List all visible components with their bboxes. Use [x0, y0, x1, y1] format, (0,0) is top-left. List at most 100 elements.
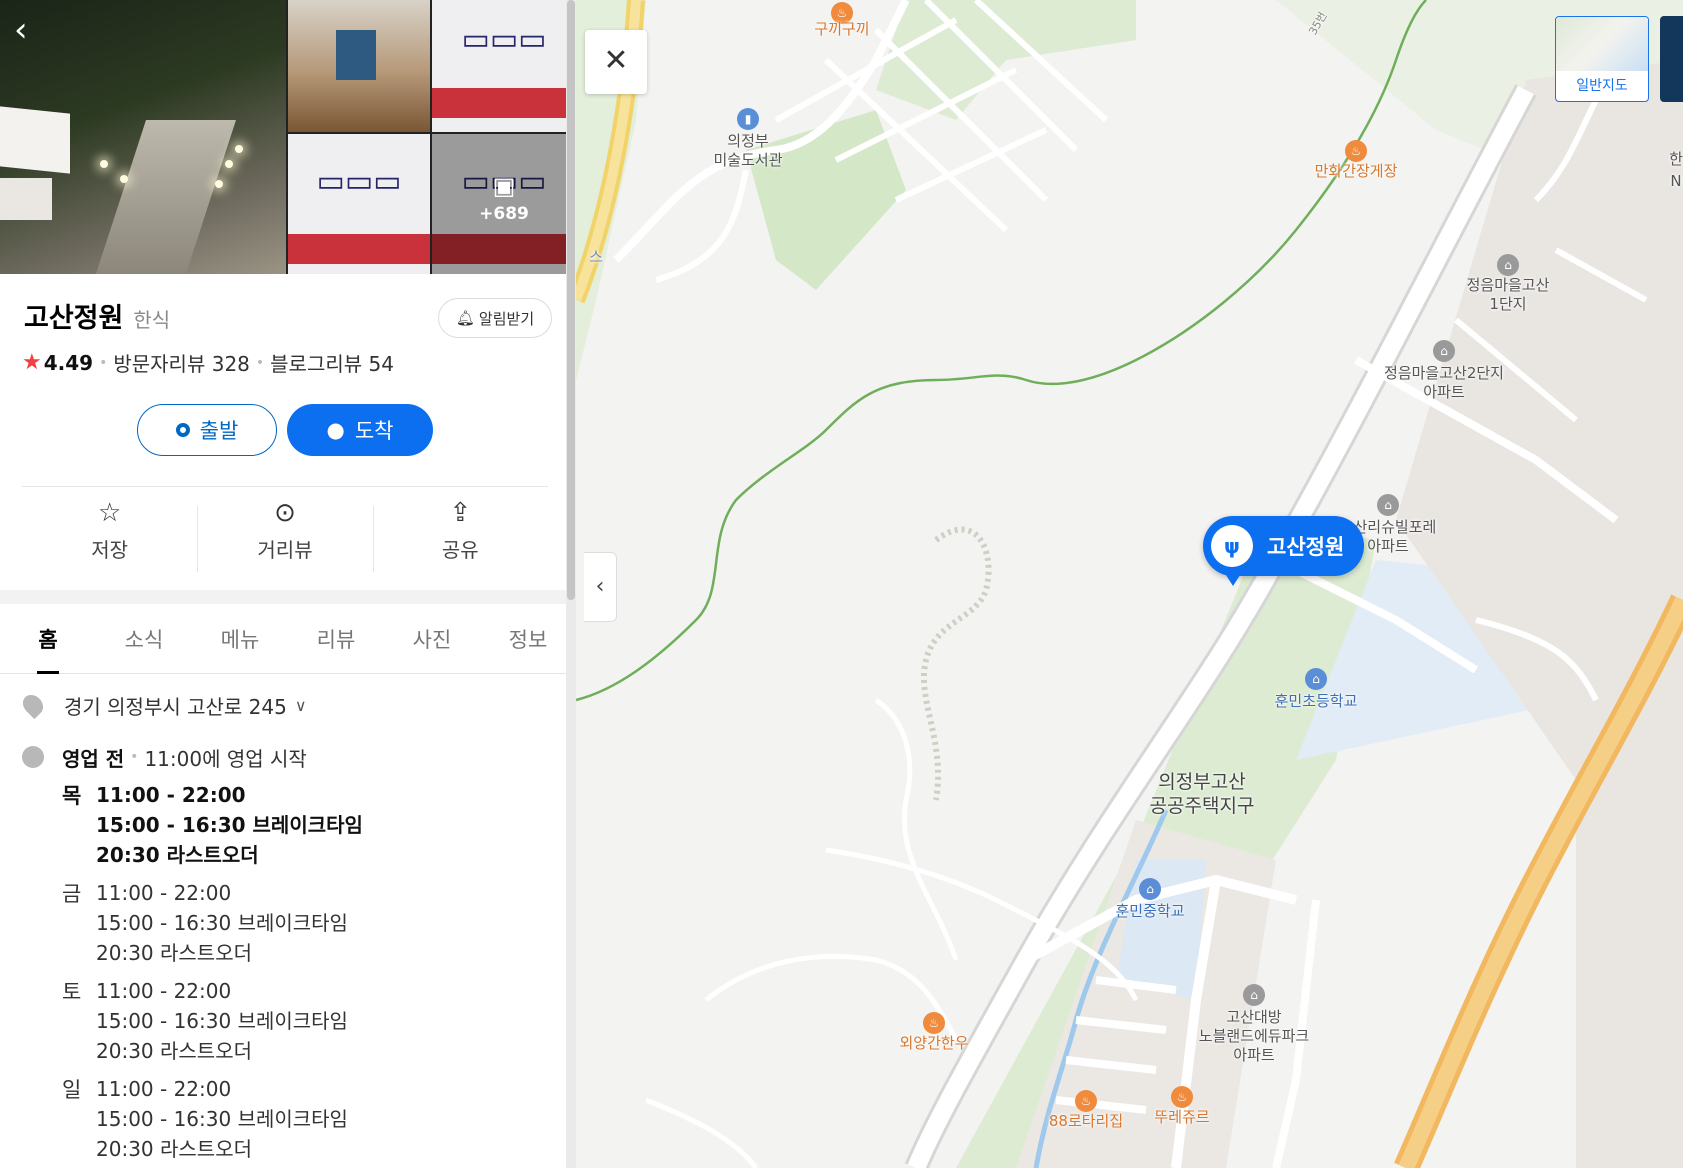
- share-button[interactable]: ⇪ 공유: [372, 498, 548, 578]
- scrollbar-thumb[interactable]: [567, 0, 575, 600]
- rating-row: ★ 4.49 • 방문자리뷰 328 • 블로그리뷰 54: [22, 348, 394, 377]
- map-pin-outline-icon: ⊙: [274, 498, 296, 528]
- map-type-normal[interactable]: 일반지도: [1555, 16, 1649, 102]
- separator-dot: •: [255, 354, 265, 371]
- tab-menu[interactable]: 메뉴: [192, 604, 288, 673]
- day-label: 금: [62, 882, 82, 906]
- place-marker[interactable]: ψ 고산정원: [1203, 516, 1365, 576]
- photo-banner: [0, 178, 52, 220]
- visitor-reviews-link[interactable]: 방문자리뷰 328: [113, 348, 250, 377]
- save-label: 저장: [91, 538, 129, 562]
- apartment-icon[interactable]: ⌂: [1377, 494, 1399, 516]
- address-text: 경기 의정부시 고산로 245: [64, 694, 287, 719]
- map-label-oeyang[interactable]: 외양간한우: [899, 1034, 968, 1053]
- map-label-hunmin-mid[interactable]: 훈민중학교: [1115, 902, 1184, 921]
- photo-window: [336, 30, 376, 80]
- break-time: 15:00 - 16:30 브레이크타임: [96, 1107, 348, 1131]
- tab-info[interactable]: 정보: [480, 604, 576, 673]
- map-label-right-edge2: N: [1670, 172, 1682, 190]
- place-category: 한식: [133, 308, 171, 332]
- apartment-icon[interactable]: ⌂: [1243, 984, 1265, 1006]
- more-photos-button[interactable]: ▣ +689: [432, 134, 576, 274]
- app-root: ♨ ▮ ♨ ⌂ ⌂ ⌂ ⌂ ⌂ ⌂ ♨ ♨ ♨ 구끼구끼 의정부 미술도서관 만…: [0, 0, 1683, 1168]
- hours-list: 목 11:00 - 22:00 15:00 - 16:30 브레이크타임 20:…: [62, 780, 552, 1164]
- map-label-jeongeum1[interactable]: 정음마을고산 1단지: [1467, 276, 1550, 314]
- photo-lamp: [225, 160, 233, 168]
- map-type-label: 일반지도: [1576, 78, 1628, 94]
- last-order: 20:30 라스트오더: [96, 1039, 252, 1063]
- photo-lamp: [215, 180, 223, 188]
- gallery-icon: ▣: [492, 172, 516, 200]
- photo-thumbnail[interactable]: [288, 0, 430, 132]
- marker-label: 고산정원: [1267, 535, 1345, 559]
- last-order: 20:30 라스트오더: [96, 941, 252, 965]
- start-label: 출발: [199, 419, 239, 443]
- map-label-jeongeum2[interactable]: 정음마을고산2단지 아파트: [1384, 364, 1504, 402]
- open-hours: 11:00 - 22:00: [96, 783, 246, 807]
- day-times: 11:00 - 22:00 15:00 - 16:30 브레이크타임 20:30…: [96, 1074, 348, 1164]
- place-detail-panel: ▭▭▭ ▭▭▭ ▭▭▭ ▣ +689 ‹ 고산정원 한식 🔔︎ 알림받기 ★ 4…: [0, 0, 576, 1168]
- library-icon[interactable]: ▮: [737, 108, 759, 130]
- break-time: 15:00 - 16:30 브레이크타임: [96, 1009, 348, 1033]
- photo-thumbnail[interactable]: ▭▭▭: [288, 134, 430, 274]
- hours-day: 목 11:00 - 22:00 15:00 - 16:30 브레이크타임 20:…: [62, 780, 552, 870]
- divider: [22, 486, 548, 487]
- hours-row[interactable]: 영업 전 • 11:00에 영업 시작: [22, 740, 552, 774]
- break-time: 15:00 - 16:30 브레이크타임: [96, 911, 348, 935]
- map-label-rotary[interactable]: 88로타리집: [1049, 1112, 1123, 1131]
- map-label-gukki[interactable]: 구끼구끼: [814, 20, 869, 39]
- close-icon: ✕: [603, 43, 629, 78]
- hours-day: 일 11:00 - 22:00 15:00 - 16:30 브레이크타임 20:…: [62, 1074, 552, 1164]
- map-roads: [576, 0, 1683, 1168]
- tab-home[interactable]: 홈: [0, 604, 96, 674]
- map-label-library[interactable]: 의정부 미술도서관: [713, 132, 782, 170]
- photo-thumbnail[interactable]: ▭▭▭: [432, 0, 576, 132]
- map-label-hunmin-elem[interactable]: 훈민초등학교: [1275, 692, 1358, 711]
- map-label-daebang[interactable]: 고산대방 노블랜드에듀파크 아파트: [1199, 1008, 1309, 1065]
- action-bar: ☆ 저장 ⊙ 거리뷰 ⇪ 공유: [22, 498, 548, 578]
- day-label: 토: [62, 980, 82, 1004]
- close-button[interactable]: ✕: [585, 30, 647, 94]
- home-info: 경기 의정부시 고산로 245 ∨ 영업 전 • 11:00에 영업 시작 목 …: [18, 688, 552, 1168]
- save-button[interactable]: ☆ 저장: [22, 498, 197, 578]
- restaurant-icon[interactable]: ♨: [1171, 1086, 1193, 1108]
- chevron-down-icon[interactable]: ∨: [295, 696, 307, 715]
- restaurant-icon[interactable]: ♨: [1075, 1090, 1097, 1112]
- map-type-satellite[interactable]: [1660, 16, 1683, 102]
- collapse-panel-button[interactable]: ‹: [584, 552, 617, 622]
- tab-photos[interactable]: 사진: [384, 604, 480, 673]
- school-icon[interactable]: ⌂: [1305, 668, 1327, 690]
- day-label: 일: [62, 1078, 82, 1102]
- street-view-button[interactable]: ⊙ 거리뷰: [197, 498, 372, 578]
- last-order: 20:30 라스트오더: [96, 843, 259, 867]
- open-detail: 11:00에 영업 시작: [144, 746, 307, 771]
- photo-lamp: [120, 175, 128, 183]
- map-label-right-edge: 한: [1669, 150, 1683, 168]
- start-button[interactable]: 출발: [137, 404, 277, 456]
- restaurant-icon[interactable]: ♨: [1345, 140, 1367, 162]
- school-icon[interactable]: ⌂: [1139, 878, 1161, 900]
- location-pin-icon: ●: [326, 418, 345, 442]
- open-status: 영업 전: [62, 746, 125, 771]
- map-type-thumbnail: [1556, 17, 1648, 71]
- apartment-icon[interactable]: ⌂: [1433, 340, 1455, 362]
- back-button[interactable]: ‹: [14, 12, 54, 52]
- tab-reviews[interactable]: 리뷰: [288, 604, 384, 673]
- bell-icon: 🔔︎: [455, 309, 475, 327]
- day-label: 목: [62, 784, 82, 808]
- blog-reviews-link[interactable]: 블로그리뷰 54: [270, 348, 394, 377]
- apartment-icon[interactable]: ⌂: [1497, 254, 1519, 276]
- hours-day: 토 11:00 - 22:00 15:00 - 16:30 브레이크타임 20:…: [62, 976, 552, 1066]
- photo-gallery: ▭▭▭ ▭▭▭ ▭▭▭ ▣ +689 ‹: [0, 0, 576, 274]
- map-label-ddure[interactable]: 뚜레쥬르: [1154, 1108, 1209, 1127]
- address-row[interactable]: 경기 의정부시 고산로 245 ∨: [18, 688, 552, 722]
- place-name: 고산정원: [24, 303, 124, 334]
- map-canvas[interactable]: ♨ ▮ ♨ ⌂ ⌂ ⌂ ⌂ ⌂ ⌂ ♨ ♨ ♨ 구끼구끼 의정부 미술도서관 만…: [576, 0, 1683, 1168]
- photo-sign-art: ▭▭▭: [461, 22, 547, 57]
- restaurant-icon[interactable]: ♨: [923, 1012, 945, 1034]
- origin-icon: [175, 423, 190, 437]
- alarm-button[interactable]: 🔔︎ 알림받기: [438, 298, 552, 338]
- arrive-button[interactable]: ● 도착: [287, 404, 433, 456]
- tab-news[interactable]: 소식: [96, 604, 192, 673]
- map-label-manhwa[interactable]: 만화간장게장: [1315, 162, 1398, 181]
